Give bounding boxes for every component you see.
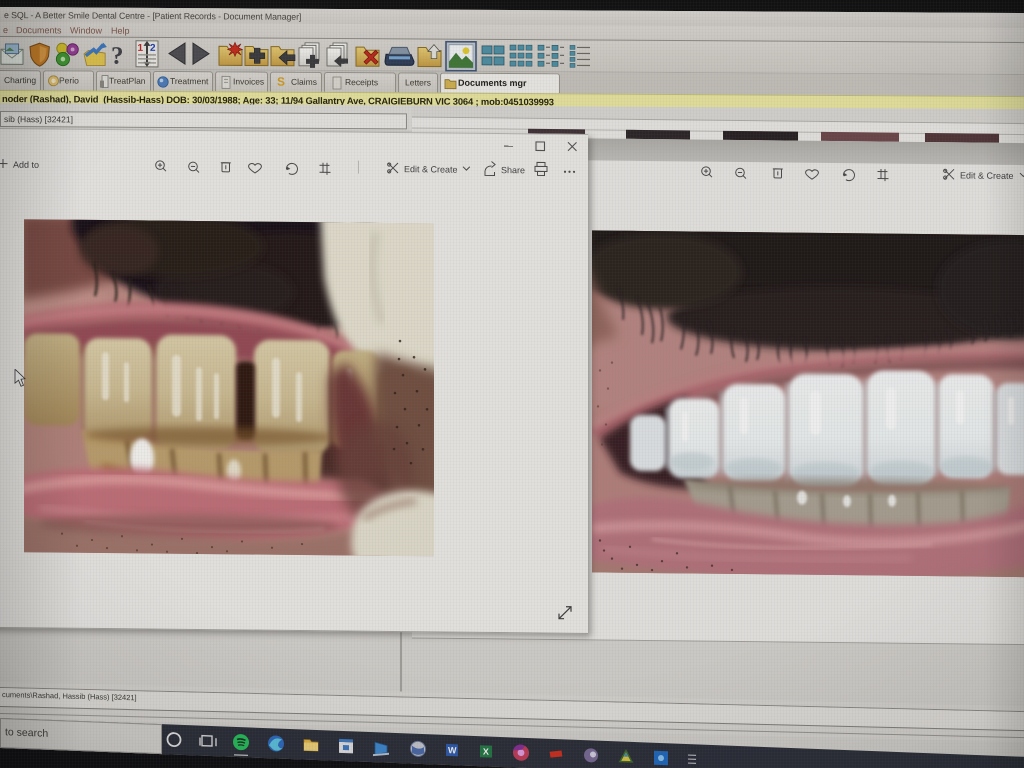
svg-text:2: 2: [150, 43, 156, 54]
svg-text:Edit & Create: Edit & Create: [960, 170, 1014, 181]
svg-text:W: W: [448, 745, 457, 755]
svg-text:Share: Share: [501, 165, 525, 175]
svg-text:1: 1: [138, 43, 144, 54]
svg-text:X: X: [483, 746, 489, 756]
svg-text:?: ?: [111, 43, 123, 70]
svg-text:Add to: Add to: [13, 160, 39, 170]
svg-text:Edit & Create: Edit & Create: [404, 164, 458, 175]
